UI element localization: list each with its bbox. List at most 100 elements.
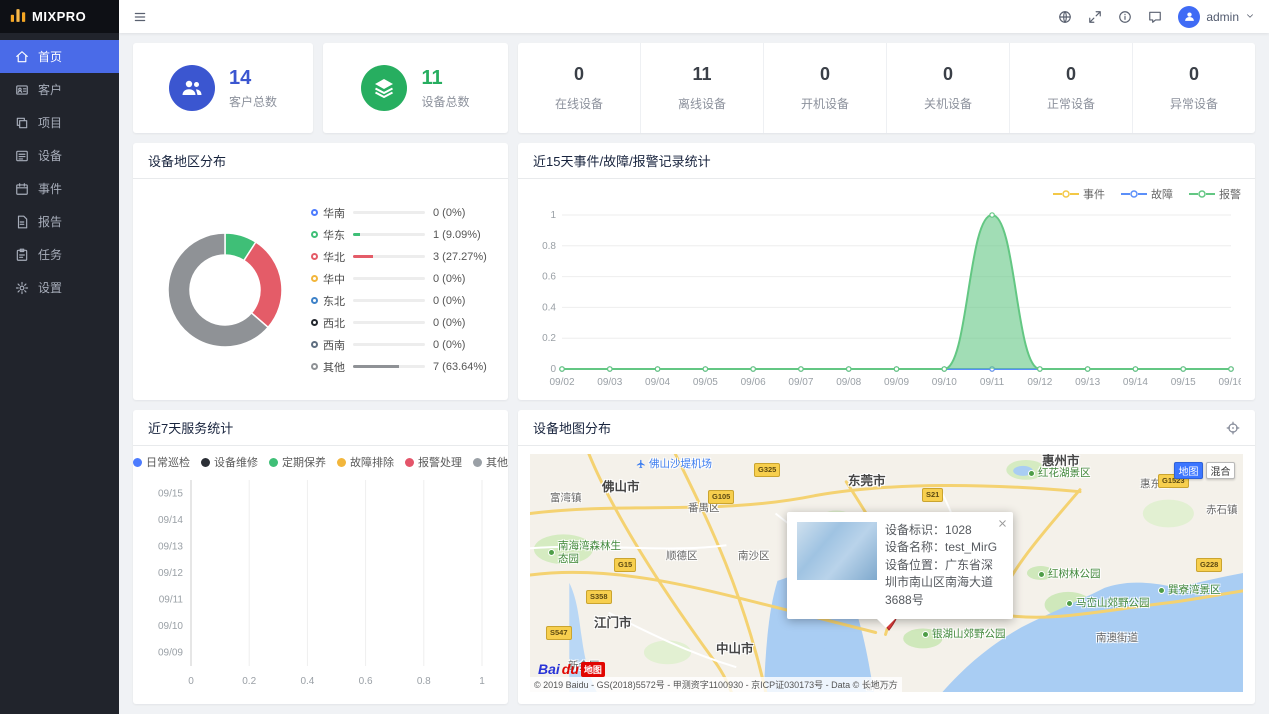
sidebar-item-project[interactable]: 项目: [0, 106, 119, 139]
region-legend-item[interactable]: 华东 1 (9.09%): [311, 227, 496, 243]
legend-dot-icon: [269, 458, 278, 467]
region-value: 0 (0%): [433, 317, 465, 329]
region-value: 0 (0%): [433, 295, 465, 307]
region-legend-item[interactable]: 其他 7 (63.64%): [311, 359, 496, 375]
service-legend-item[interactable]: 故障排除: [337, 454, 394, 470]
records-legend-item[interactable]: 故障: [1121, 186, 1173, 202]
card-title: 设备地图分布: [533, 418, 611, 437]
region-bar: [353, 365, 425, 368]
map-canvas[interactable]: 地图混合 设备标识：1028设备名称：test_MirG设备位置: [530, 454, 1243, 692]
map-label: 南沙区: [738, 550, 770, 563]
popup-field: 设备标识：1028: [885, 522, 1003, 539]
legend-ring-icon: [311, 209, 318, 216]
svg-text:09/15: 09/15: [1171, 377, 1196, 388]
service-legend-item[interactable]: 定期保养: [269, 454, 326, 470]
svg-text:09/13: 09/13: [1075, 377, 1100, 388]
svg-text:09/06: 09/06: [741, 377, 766, 388]
svg-text:0.6: 0.6: [542, 272, 556, 283]
region-legend-item[interactable]: 西北 0 (0%): [311, 315, 496, 331]
region-bar: [353, 277, 425, 280]
topbar-info-button[interactable]: [1118, 10, 1132, 24]
svg-text:09/13: 09/13: [158, 541, 183, 552]
sidebar-item-label: 首页: [38, 48, 62, 65]
svg-text:1: 1: [550, 210, 556, 221]
app-root: MIXPRO 首页客户项目设备事件报告任务设置 admin: [0, 0, 1269, 714]
map-label: 佛山市: [602, 480, 640, 495]
region-name: 其他: [323, 359, 353, 375]
devices-count: 11: [421, 67, 469, 89]
svg-text:09/11: 09/11: [980, 377, 1005, 388]
globe-icon: [1058, 10, 1072, 24]
scenic-icon: [1158, 587, 1165, 594]
road-badge: G15: [614, 558, 636, 572]
sidebar-item-settings[interactable]: 设置: [0, 271, 119, 304]
map-label: 番禺区: [688, 502, 720, 515]
svg-text:09/09: 09/09: [158, 648, 183, 659]
sidebar-item-device[interactable]: 设备: [0, 139, 119, 172]
device-state: 0正常设备: [1009, 43, 1132, 133]
region-legend-item[interactable]: 华南 0 (0%): [311, 205, 496, 221]
sidebar-item-task[interactable]: 任务: [0, 238, 119, 271]
region-legend-item[interactable]: 东北 0 (0%): [311, 293, 496, 309]
region-bar: [353, 299, 425, 302]
map-label: 赤石镇: [1206, 504, 1238, 517]
state-label: 关机设备: [924, 95, 972, 112]
service-legend-item[interactable]: 设备维修: [201, 454, 258, 470]
close-icon[interactable]: [997, 517, 1008, 532]
user-menu[interactable]: admin: [1178, 6, 1255, 28]
logo-text: Bai: [538, 661, 560, 677]
svg-text:09/12: 09/12: [158, 568, 183, 579]
region-legend-item[interactable]: 西南 0 (0%): [311, 337, 496, 353]
svg-text:09/16: 09/16: [1218, 377, 1241, 388]
service-legend-item[interactable]: 报警处理: [405, 454, 462, 470]
topbar-globe-button[interactable]: [1058, 10, 1072, 24]
sidebar-item-report[interactable]: 报告: [0, 205, 119, 238]
sidebar-item-event[interactable]: 事件: [0, 172, 119, 205]
svg-text:0.4: 0.4: [542, 302, 556, 313]
username: admin: [1206, 10, 1239, 24]
sidebar-item-home[interactable]: 首页: [0, 40, 119, 73]
svg-text:09/12: 09/12: [1027, 377, 1052, 388]
region-value: 0 (0%): [433, 339, 465, 351]
map-type-map-button[interactable]: 地图: [1174, 462, 1203, 479]
scenic-icon: [922, 631, 929, 638]
records-legend-item[interactable]: 报警: [1189, 186, 1241, 202]
region-value: 0 (0%): [433, 273, 465, 285]
map-type-hybrid-button[interactable]: 混合: [1206, 462, 1235, 479]
records-legend-item[interactable]: 事件: [1053, 186, 1105, 202]
state-label: 在线设备: [555, 95, 603, 112]
svg-text:0.8: 0.8: [542, 241, 556, 252]
region-value: 0 (0%): [433, 207, 465, 219]
service-legend-item[interactable]: 其他: [473, 454, 508, 470]
topbar-fullscreen-button[interactable]: [1088, 10, 1102, 24]
legend-dot-icon: [473, 458, 482, 467]
road-badge: G105: [708, 490, 734, 504]
region-legend-item[interactable]: 华中 0 (0%): [311, 271, 496, 287]
svg-text:09/07: 09/07: [788, 377, 813, 388]
legend-dot-icon: [133, 458, 142, 467]
sidebar-collapse-button[interactable]: [133, 10, 147, 24]
sidebar-item-customer[interactable]: 客户: [0, 73, 119, 106]
dashboard-content: 14 客户总数 11 设备总数 0在线设备11离线设备0开机设备0关机设备0正常…: [119, 33, 1269, 714]
fullscreen-icon: [1088, 10, 1102, 24]
svg-text:0: 0: [188, 676, 194, 687]
road-badge: G228: [1196, 558, 1222, 572]
map-label: 顺德区: [666, 550, 698, 563]
legend-label: 日常巡检: [146, 454, 190, 470]
svg-text:0.6: 0.6: [359, 676, 373, 687]
map-popup-fields: 设备标识：1028设备名称：test_MirG设备位置：广东省深圳市南山区南海大…: [885, 522, 1003, 609]
device-states-card: 0在线设备11离线设备0开机设备0关机设备0正常设备0异常设备: [518, 43, 1255, 133]
topbar-message-button[interactable]: [1148, 10, 1162, 24]
service-legend-item[interactable]: 日常巡检: [133, 454, 190, 470]
device-icon: [15, 149, 29, 163]
sidebar-item-label: 设备: [38, 147, 62, 164]
line-marker-icon: [1053, 190, 1079, 198]
map-label: 巽寮湾景区: [1158, 584, 1221, 597]
card-title: 近7天服务统计: [148, 418, 233, 437]
svg-text:09/14: 09/14: [158, 515, 183, 526]
svg-text:0: 0: [550, 364, 556, 375]
crosshair-icon[interactable]: [1226, 421, 1240, 435]
svg-text:09/04: 09/04: [645, 377, 670, 388]
region-distribution-card: 设备地区分布 华南 0 (0%) 华东 1 (9.09%) 华北 3 (27.2…: [133, 143, 508, 400]
region-legend-item[interactable]: 华北 3 (27.27%): [311, 249, 496, 265]
